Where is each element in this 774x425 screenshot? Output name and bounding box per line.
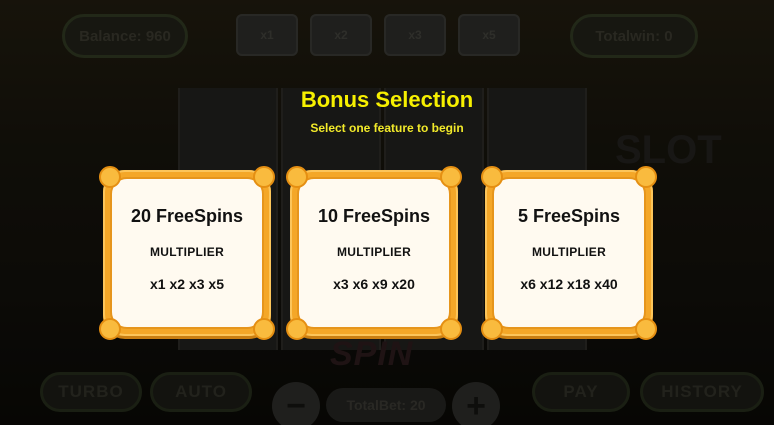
- card-body: 10 FreeSpins MULTIPLIER x3 x6 x9 x20: [297, 177, 451, 329]
- card-corner: [99, 318, 121, 340]
- option-label: MULTIPLIER: [149, 245, 225, 259]
- card-corner: [99, 166, 121, 188]
- card-corner: [286, 318, 308, 340]
- card-corner: [440, 166, 462, 188]
- card-corner: [481, 166, 503, 188]
- bonus-option-20-freespins[interactable]: 20 FreeSpins MULTIPLIER x1 x2 x3 x5: [99, 166, 275, 340]
- option-label: MULTIPLIER: [531, 245, 607, 259]
- card-body: 20 FreeSpins MULTIPLIER x1 x2 x3 x5: [110, 177, 264, 329]
- option-multipliers: x1 x2 x3 x5: [150, 276, 224, 292]
- card-body: 5 FreeSpins MULTIPLIER x6 x12 x18 x40: [492, 177, 646, 329]
- card-corner: [253, 318, 275, 340]
- bonus-option-10-freespins[interactable]: 10 FreeSpins MULTIPLIER x3 x6 x9 x20: [286, 166, 462, 340]
- option-multipliers: x3 x6 x9 x20: [333, 276, 415, 292]
- option-title: 20 FreeSpins: [130, 206, 244, 226]
- card-corner: [253, 166, 275, 188]
- card-corner: [635, 166, 657, 188]
- card-corner: [286, 166, 308, 188]
- option-title: 5 FreeSpins: [517, 206, 621, 226]
- option-multipliers: x6 x12 x18 x40: [520, 276, 618, 292]
- card-corner: [481, 318, 503, 340]
- bonus-option-5-freespins[interactable]: 5 FreeSpins MULTIPLIER x6 x12 x18 x40: [481, 166, 657, 340]
- bonus-subtitle: Select one feature to begin: [310, 121, 464, 135]
- bonus-title: Bonus Selection: [300, 87, 474, 112]
- option-title: 10 FreeSpins: [317, 206, 431, 226]
- card-corner: [635, 318, 657, 340]
- card-corner: [440, 318, 462, 340]
- option-label: MULTIPLIER: [336, 245, 412, 259]
